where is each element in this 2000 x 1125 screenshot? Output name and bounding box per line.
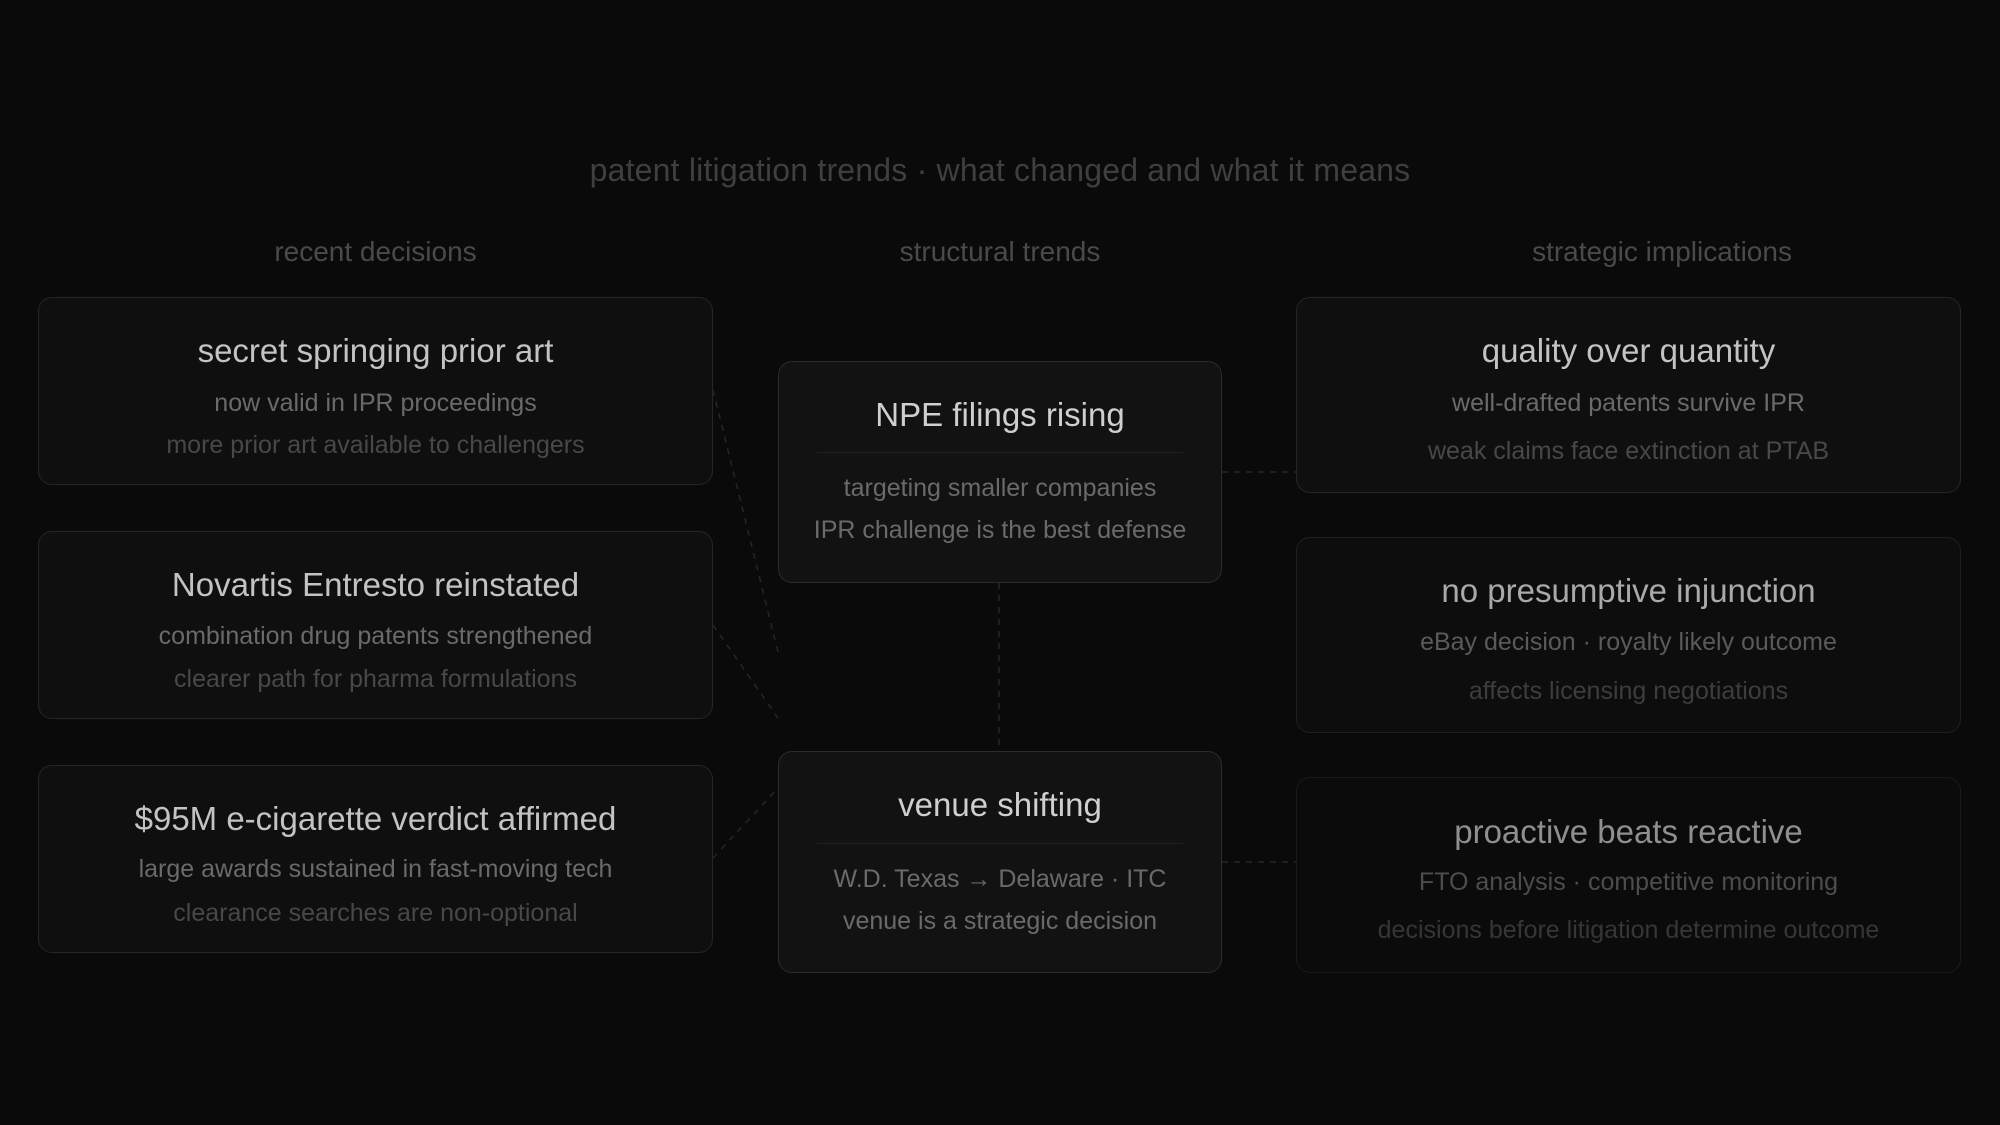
connector-decision-3-to-venue [712,787,779,859]
card-title: NPE filings rising [875,396,1125,433]
card-line-primary: W.D. Texas → Delaware · ITC [833,865,1167,893]
card-line-secondary: clearer path for pharma formulations [174,665,577,693]
trend-card-venue: venue shifting W.D. Texas → Delaware · I… [778,751,1222,973]
card-line-primary: combination drug patents strengthened [158,622,593,650]
trend-card-npe: NPE filings rising targeting smaller com… [778,361,1222,583]
implication-card-quality: quality over quantity well-drafted paten… [1296,297,1961,493]
page-title: patent litigation trends · what changed … [589,152,1411,188]
card-title: $95M e-cigarette verdict affirmed [134,800,617,837]
implication-card-injunction: no presumptive injunction eBay decision … [1296,537,1961,733]
card-line-secondary: IPR challenge is the best defense [813,516,1187,544]
card-line-primary: eBay decision · royalty likely outcome [1420,628,1837,656]
card-title: venue shifting [898,786,1102,823]
card-title: proactive beats reactive [1454,813,1803,850]
decision-card-e-cigarette: $95M e-cigarette verdict affirmed large … [38,765,713,953]
card-line-primary: well-drafted patents survive IPR [1452,389,1805,417]
card-divider [817,843,1183,844]
card-title: quality over quantity [1481,332,1776,369]
card-title: secret springing prior art [197,332,554,369]
connector-decision-1-to-npe [712,389,779,653]
card-title: no presumptive injunction [1441,572,1816,609]
card-line-primary: large awards sustained in fast-moving te… [138,855,613,883]
card-title: Novartis Entresto reinstated [171,566,580,603]
column-header-trends: structural trends [899,236,1101,267]
card-line-secondary: weak claims face extinction at PTAB [1427,437,1830,465]
card-line-primary: FTO analysis · competitive monitoring [1418,868,1839,896]
decision-card-prior-art: secret springing prior art now valid in … [38,297,713,485]
column-header-implications: strategic implications [1532,236,1792,267]
card-line-primary: targeting smaller companies [843,474,1157,502]
card-line-secondary: affects licensing negotiations [1468,677,1789,705]
column-header-decisions: recent decisions [274,236,477,267]
card-line-secondary: venue is a strategic decision [842,907,1158,935]
card-divider [817,452,1183,453]
card-line-secondary: decisions before litigation determine ou… [1377,916,1880,944]
card-line-primary: now valid in IPR proceedings [214,389,537,417]
card-line-secondary: clearance searches are non-optional [173,899,578,927]
card-line-secondary: more prior art available to challengers [166,431,585,459]
decision-card-entresto: Novartis Entresto reinstated combination… [38,531,713,719]
implication-card-proactive: proactive beats reactive FTO analysis · … [1296,777,1961,973]
connector-decision-2-to-venue [712,624,779,719]
